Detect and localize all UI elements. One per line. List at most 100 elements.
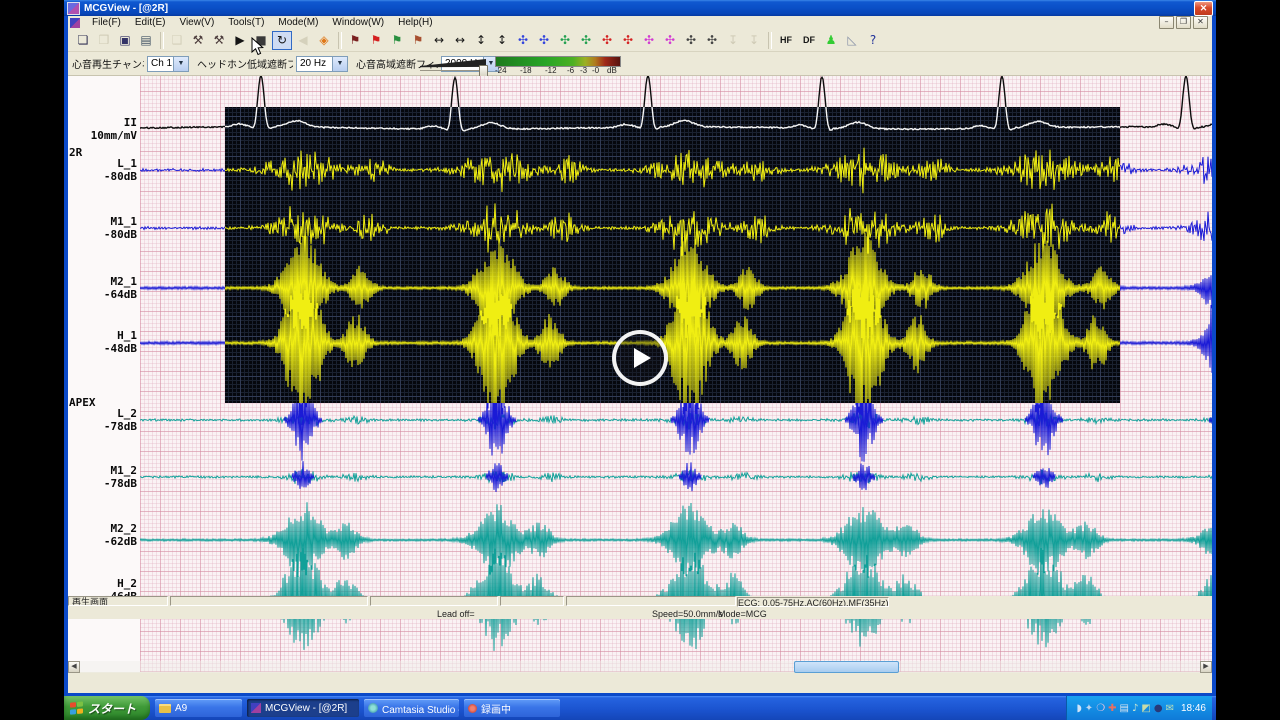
- scroll-left-button[interactable]: ◀: [68, 661, 80, 673]
- menu-file[interactable]: File(F): [85, 16, 128, 29]
- document-icon: [70, 17, 80, 28]
- flag-green-button[interactable]: ⚑: [387, 31, 407, 50]
- help-button[interactable]: ?: [863, 31, 883, 50]
- lowcut-select[interactable]: 20 Hz ▼: [296, 55, 348, 72]
- compress-vertical-button[interactable]: ↕: [492, 31, 512, 50]
- pin-2-button: ↧: [748, 33, 760, 47]
- stop-button[interactable]: ■: [251, 31, 271, 50]
- marker-blue-2-button[interactable]: ✣: [534, 31, 554, 50]
- mdi-window-controls: – ❐ ✕: [1159, 16, 1208, 29]
- jump-marker-button[interactable]: ◈: [314, 31, 334, 50]
- subject-button[interactable]: ♟: [821, 31, 841, 50]
- tray-antivirus-icon[interactable]: ✚: [1108, 703, 1116, 714]
- tray-usb-icon[interactable]: ✉: [1166, 703, 1174, 714]
- waveform-canvas[interactable]: [140, 76, 1212, 672]
- measure-button[interactable]: ◺: [842, 31, 862, 50]
- channel-sub-l2: -78dB: [103, 420, 137, 433]
- marker-green-2-button[interactable]: ✣: [576, 31, 596, 50]
- play-icon: [634, 348, 651, 368]
- tray-document-icon[interactable]: ▤: [1120, 703, 1129, 714]
- mdi-restore-button[interactable]: ❐: [1176, 16, 1191, 29]
- expand-horizontal-button[interactable]: ↔: [429, 31, 449, 50]
- channel-label-l2: L_2: [117, 407, 137, 420]
- flag-brown-button[interactable]: ⚑: [408, 31, 428, 50]
- video-play-button[interactable]: [612, 330, 668, 386]
- df-filter-button[interactable]: DF: [798, 31, 820, 50]
- menu-mode[interactable]: Mode(M): [271, 16, 325, 29]
- hf-filter-button[interactable]: HF: [775, 31, 797, 50]
- task-item-mcg[interactable]: MCGView - [@2R]: [247, 699, 359, 717]
- scroll-right-button[interactable]: ▶: [1200, 661, 1212, 673]
- folder-icon: [159, 703, 171, 713]
- task-item-camtasia[interactable]: Camtasia Studio - 名...: [364, 699, 459, 717]
- taskbar-clock: 18:46: [1180, 702, 1206, 714]
- channel-label-l1: L_1: [117, 157, 137, 170]
- marker-magenta-1-button[interactable]: ✣: [639, 31, 659, 50]
- tray-camtasia-icon[interactable]: ●: [1154, 703, 1163, 714]
- menu-edit[interactable]: Edit(E): [128, 16, 173, 29]
- window-title: MCGView - [@2R]: [84, 2, 169, 14]
- marker-black-2-button[interactable]: ✣: [702, 31, 722, 50]
- meter-tick-label: dB: [607, 66, 617, 75]
- marker-green-1-button[interactable]: ✣: [555, 31, 575, 50]
- status-ecg-filter: ECG: 0.05-75Hz,AC(60Hz),MF(35Hz): [737, 597, 889, 607]
- toolbar-separator: [338, 31, 342, 49]
- save-button[interactable]: ▣: [115, 31, 135, 50]
- mdi-close-button[interactable]: ✕: [1193, 16, 1208, 29]
- tray-display-icon[interactable]: ◩: [1141, 703, 1150, 714]
- stamp-down-button[interactable]: ⚒: [209, 31, 229, 50]
- main-toolbar: ❏ ❒ ▣ ▤ ❑ ⚒ ⚒ ▶ ■ ↻ ◀ ◈ ⚑ ⚑ ⚑ ⚑ ↔ ↔ ↕ ↕ ✣ ✣ ✣ ✣ ✣ ✣ ✣ ✣ ✣ ✣ ↧ ↧ HF DF ♟ ◺?: [68, 29, 1212, 52]
- marker-blue-1-button[interactable]: ✣: [513, 31, 533, 50]
- status-cell: [370, 596, 498, 606]
- menu-view[interactable]: View(V): [172, 16, 221, 29]
- horizontal-scrollbar[interactable]: ◀ ▶: [68, 661, 1212, 673]
- menu-window[interactable]: Window(W): [325, 16, 391, 29]
- stamp-up-button[interactable]: ⚒: [188, 31, 208, 50]
- task-item-label: A9: [175, 702, 188, 714]
- channel-label-gutter: II 10mm/mV L_1 -80dB M1_1 -80dB M2_1 -64dB H_1 -4…: [68, 76, 140, 672]
- meter-tick-label: -0: [592, 66, 600, 75]
- headphone-lowcut-label: ヘッドホン低域遮断フィルタ:: [197, 60, 293, 71]
- close-button[interactable]: ✕: [1194, 0, 1213, 16]
- task-item-folder[interactable]: A9: [155, 699, 242, 717]
- tray-network-icon[interactable]: ✦: [1085, 703, 1093, 714]
- waveform-traces: [140, 76, 1212, 651]
- tray-audio-icon[interactable]: ♪: [1132, 703, 1138, 714]
- replay-button[interactable]: ↻: [272, 30, 292, 50]
- flag-red-button[interactable]: ⚑: [366, 31, 386, 50]
- recording-icon: [468, 703, 477, 713]
- start-button[interactable]: スタート: [64, 696, 150, 720]
- mdi-minimize-button[interactable]: –: [1159, 16, 1174, 29]
- print-button[interactable]: ▤: [136, 31, 156, 50]
- play-button[interactable]: ▶: [230, 31, 250, 50]
- event-runner-button[interactable]: ⚑: [345, 31, 365, 50]
- video-frame: MCGView - [@2R] ✕ File(F) Edit(E) View(V) T…: [64, 0, 1216, 720]
- scrollbar-thumb[interactable]: [794, 661, 899, 673]
- expand-vertical-button[interactable]: ↕: [471, 31, 491, 50]
- menu-help[interactable]: Help(H): [391, 16, 439, 29]
- task-item-label: MCGView - [@2R]: [265, 702, 348, 714]
- channel-label-h2: H_2: [117, 577, 137, 590]
- new-file-button[interactable]: ❏: [73, 31, 93, 50]
- title-bar[interactable]: MCGView - [@2R] ✕: [64, 0, 1216, 16]
- app-icon: [67, 1, 80, 15]
- audio-toolbar: 心音再生チャンネル: Ch 1 ▼ ヘッドホン低域遮断フィルタ: 20 Hz ▼…: [68, 52, 1212, 77]
- meter-tick-label: -12: [545, 66, 557, 75]
- channel-select[interactable]: Ch 1 ▼: [147, 55, 189, 72]
- channel-label-m2-1: M2_1: [110, 275, 138, 288]
- menu-tools[interactable]: Tools(T): [221, 16, 271, 29]
- marker-red-1-button[interactable]: ✣: [597, 31, 617, 50]
- channel-label-h1: H_1: [117, 329, 137, 342]
- channel-sub-m2-1: -64dB: [103, 288, 137, 301]
- task-item-recording[interactable]: 録画中: [464, 699, 560, 717]
- status-playback-screen: 再生画面: [68, 596, 168, 606]
- chevron-down-icon: ▼: [173, 56, 188, 71]
- tray-messenger-icon[interactable]: ❍: [1096, 703, 1105, 714]
- compress-horizontal-button[interactable]: ↔: [450, 31, 470, 50]
- marker-red-2-button[interactable]: ✣: [618, 31, 638, 50]
- marker-magenta-2-button[interactable]: ✣: [660, 31, 680, 50]
- tray-updates-icon[interactable]: ◗: [1077, 703, 1082, 714]
- marker-black-1-button[interactable]: ✣: [681, 31, 701, 50]
- status-lead-off: Lead off=: [437, 609, 475, 619]
- volume-slider-track[interactable]: [420, 70, 486, 71]
